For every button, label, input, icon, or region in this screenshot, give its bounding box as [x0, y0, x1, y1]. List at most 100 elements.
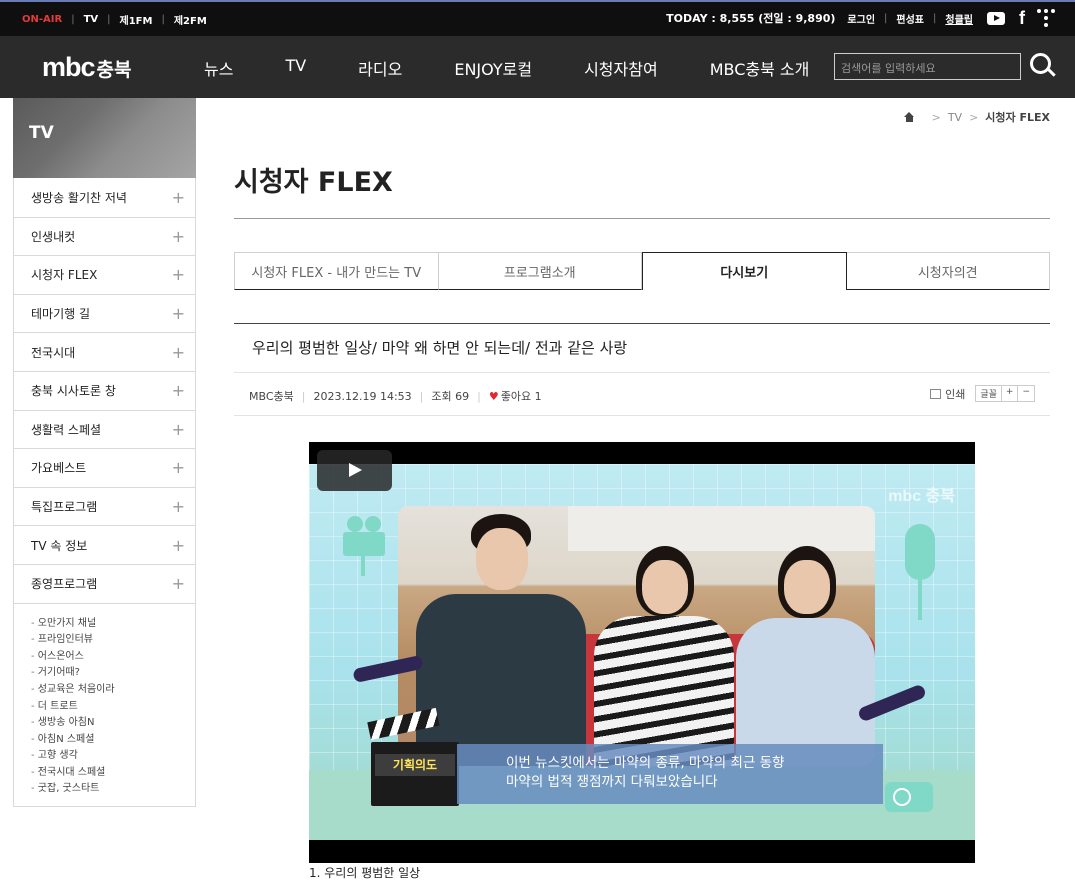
- mbc-watermark: mbc 충북: [888, 488, 955, 505]
- person-right: [736, 546, 875, 766]
- sidebar-sub-item[interactable]: 성교육은 처음이라: [31, 682, 195, 699]
- tab-viewer-opinion[interactable]: 시청자의견: [846, 252, 1050, 290]
- sidebar-item[interactable]: 테마기행 길 +: [14, 293, 195, 333]
- plus-icon[interactable]: +: [172, 497, 185, 516]
- youtube-icon[interactable]: [987, 11, 1005, 25]
- plus-icon[interactable]: +: [172, 536, 185, 555]
- dots-icon[interactable]: [1037, 9, 1055, 27]
- page-title: 시청자 FLEX: [234, 167, 393, 198]
- today-visitor-count: TODAY : 8,555 (전일 : 9,890): [666, 12, 836, 25]
- sidebar-item-label: 테마기행 길: [31, 307, 91, 322]
- sidebar-item-label: 충북 시사토론 창: [31, 384, 116, 399]
- post-views: 조회 69: [431, 390, 470, 403]
- main-navigation: mbc 충북 뉴스 TV 라디오 ENJOY로컬 시청자참여 MBC충북 소개 검…: [0, 36, 1075, 98]
- sidebar-item[interactable]: 생방송 활기찬 저녁 +: [14, 178, 195, 217]
- sidebar-item[interactable]: TV 속 정보 +: [14, 525, 195, 564]
- plus-icon[interactable]: +: [172, 574, 185, 593]
- channel-fm1-link[interactable]: 제1FM: [120, 12, 153, 27]
- clip-link[interactable]: 청클립: [945, 11, 973, 26]
- heart-icon[interactable]: ♥: [489, 390, 499, 403]
- divider: |: [933, 12, 937, 24]
- menu-news[interactable]: 뉴스: [204, 56, 233, 80]
- logo-text: mbc: [42, 52, 96, 82]
- sidebar-item-label: 생활력 스페셜: [31, 422, 102, 437]
- sidebar-sub-item[interactable]: 어스온어스: [31, 649, 195, 666]
- login-link[interactable]: 로그인: [847, 11, 875, 26]
- sidebar-sub-list: 오만가지 채널 프라임인터뷰 어스온어스 거기어때? 성교육은 처음이라 더 트…: [14, 602, 195, 807]
- menu-enjoy-local[interactable]: ENJOY로컬: [454, 56, 532, 80]
- video-section-caption: 1. 우리의 평범한 일상: [309, 866, 421, 880]
- logo-region: 충북: [96, 60, 132, 81]
- divider: |: [107, 14, 111, 25]
- home-icon[interactable]: [903, 112, 915, 122]
- post-likes[interactable]: 좋아요 1: [501, 388, 542, 404]
- sidebar-title: TV: [29, 123, 54, 143]
- sidebar-item[interactable]: 시청자 FLEX +: [14, 255, 195, 294]
- channel-tv-link[interactable]: TV: [84, 14, 99, 25]
- microphone-icon: [897, 524, 943, 624]
- mbc-logo[interactable]: mbc 충북: [42, 52, 132, 83]
- plus-icon[interactable]: +: [172, 458, 185, 477]
- tab-program-info[interactable]: 프로그램소개: [438, 252, 642, 290]
- breadcrumb: > TV > 시청자 FLEX: [903, 109, 1050, 125]
- sidebar-item-label: 특집프로그램: [31, 500, 98, 515]
- search-icon[interactable]: [1030, 53, 1056, 79]
- chevron-right-icon: >: [931, 110, 941, 124]
- divider: |: [419, 389, 424, 403]
- plus-icon[interactable]: +: [172, 188, 185, 207]
- tab-intro-flex[interactable]: 시청자 FLEX - 내가 만드는 TV: [234, 252, 439, 290]
- sidebar-item[interactable]: 전국시대 +: [14, 332, 195, 371]
- sidebar-item[interactable]: 생활력 스페셜 +: [14, 409, 195, 449]
- font-decrease-button[interactable]: −: [1017, 386, 1034, 401]
- breadcrumb-current: 시청자 FLEX: [985, 111, 1050, 124]
- print-icon[interactable]: [930, 388, 942, 399]
- top-utility-bar: ON-AIR | TV | 제1FM | 제2FM TODAY : 8,555 …: [0, 0, 1075, 36]
- sidebar-sub-item[interactable]: 프라임인터뷰: [31, 632, 195, 649]
- video-player[interactable]: mbc 충북 기획의도 이번 뉴스킷에서는 마약의 종류, 마약의 최근 동향 …: [309, 442, 975, 863]
- facebook-icon[interactable]: f: [1019, 9, 1025, 27]
- play-button[interactable]: [317, 450, 392, 491]
- sidebar-sub-item[interactable]: 생방송 아침N: [31, 715, 195, 732]
- tab-replay[interactable]: 다시보기: [642, 252, 847, 290]
- font-select-button[interactable]: 글꼴: [976, 386, 1001, 401]
- divider: |: [71, 14, 75, 25]
- sidebar-item[interactable]: 인생내컷 +: [14, 216, 195, 256]
- sidebar-item[interactable]: 충북 시사토론 창 +: [14, 370, 195, 410]
- sidebar-sub-item[interactable]: 굿잡, 굿스타트: [31, 781, 195, 798]
- breadcrumb-tv[interactable]: TV: [948, 111, 962, 124]
- plus-icon[interactable]: +: [172, 381, 185, 400]
- print-button[interactable]: 인쇄: [945, 386, 965, 402]
- sidebar-item-label: TV 속 정보: [31, 538, 88, 553]
- channel-fm2-link[interactable]: 제2FM: [174, 12, 207, 27]
- sidebar-item[interactable]: 특집프로그램 +: [14, 486, 195, 526]
- sidebar-header: TV: [13, 98, 196, 178]
- sidebar-item-label: 전국시대: [31, 345, 76, 360]
- plus-icon[interactable]: +: [172, 304, 185, 323]
- radio-icon: [885, 782, 933, 812]
- sidebar-item[interactable]: 가요베스트 +: [14, 448, 195, 487]
- sidebar-sub-item[interactable]: 전국시대 스페셜: [31, 765, 195, 782]
- plus-icon[interactable]: +: [172, 265, 185, 284]
- sidebar-sub-item[interactable]: 고향 생각: [31, 748, 195, 765]
- sidebar-sub-item[interactable]: 오만가지 채널: [31, 616, 195, 633]
- plus-icon[interactable]: +: [172, 343, 185, 362]
- menu-viewer-participation[interactable]: 시청자참여: [584, 56, 658, 80]
- sidebar-item[interactable]: 종영프로그램 +: [14, 563, 195, 603]
- plus-icon[interactable]: +: [172, 227, 185, 246]
- search-input[interactable]: 검색어를 입력하세요: [834, 53, 1021, 80]
- divider: |: [884, 12, 888, 24]
- sidebar-sub-item[interactable]: 아침N 스페셜: [31, 732, 195, 749]
- schedule-link[interactable]: 편성표: [896, 11, 924, 26]
- sidebar-sub-item[interactable]: 거기어때?: [31, 665, 195, 682]
- on-air-link[interactable]: ON-AIR: [22, 14, 62, 25]
- plus-icon[interactable]: +: [172, 420, 185, 439]
- post-author: MBC충북: [249, 390, 294, 403]
- font-increase-button[interactable]: +: [1000, 386, 1018, 401]
- post-title: 우리의 평범한 일상/ 마약 왜 하면 안 되는데/ 전과 같은 사랑: [252, 339, 628, 357]
- menu-radio[interactable]: 라디오: [358, 56, 402, 80]
- sidebar-item-label: 시청자 FLEX: [31, 268, 98, 283]
- sidebar-sub-item[interactable]: 더 트로트: [31, 699, 195, 716]
- menu-tv[interactable]: TV: [285, 56, 306, 80]
- menu-about[interactable]: MBC충북 소개: [710, 56, 810, 80]
- video-frame: mbc 충북 기획의도 이번 뉴스킷에서는 마약의 종류, 마약의 최근 동향 …: [309, 464, 975, 840]
